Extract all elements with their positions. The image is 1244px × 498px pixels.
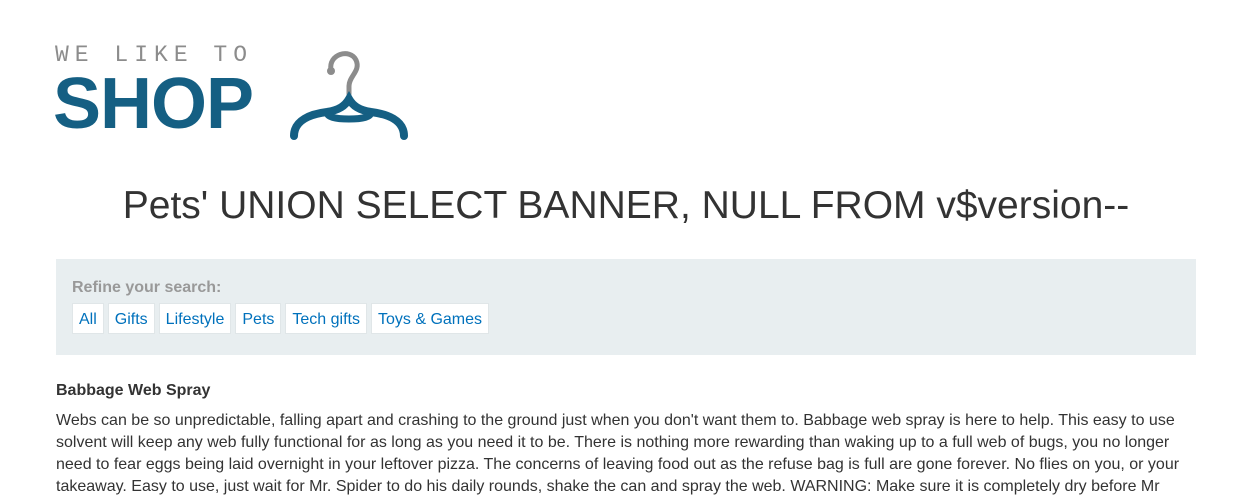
refine-search-panel: Refine your search: All Gifts Lifestyle …: [56, 259, 1196, 355]
category-filter-list: All Gifts Lifestyle Pets Tech gifts Toys…: [72, 303, 490, 334]
page-title: Pets' UNION SELECT BANNER, NULL FROM v$v…: [122, 184, 1130, 227]
site-logo[interactable]: WE LIKE TO SHOP: [53, 40, 415, 144]
refine-search-label: Refine your search:: [72, 279, 222, 296]
page: WE LIKE TO SHOP Pets' UNION SELECT BANNE…: [0, 0, 1244, 498]
logo-wordmark: SHOP: [53, 64, 254, 144]
filter-link-tech-gifts[interactable]: Tech gifts: [285, 303, 367, 334]
hanger-icon: [290, 51, 408, 140]
filter-link-pets[interactable]: Pets: [235, 303, 282, 334]
filter-link-all[interactable]: All: [72, 303, 104, 334]
product-name: Babbage Web Spray: [56, 382, 211, 399]
product-item: Babbage Web Spray Webs can be so unpredi…: [56, 380, 1196, 498]
filter-link-gifts[interactable]: Gifts: [107, 303, 155, 334]
product-description: Webs can be so unpredictable, falling ap…: [56, 412, 1180, 495]
filter-link-lifestyle[interactable]: Lifestyle: [158, 303, 232, 334]
filter-link-toys-games[interactable]: Toys & Games: [370, 303, 490, 334]
